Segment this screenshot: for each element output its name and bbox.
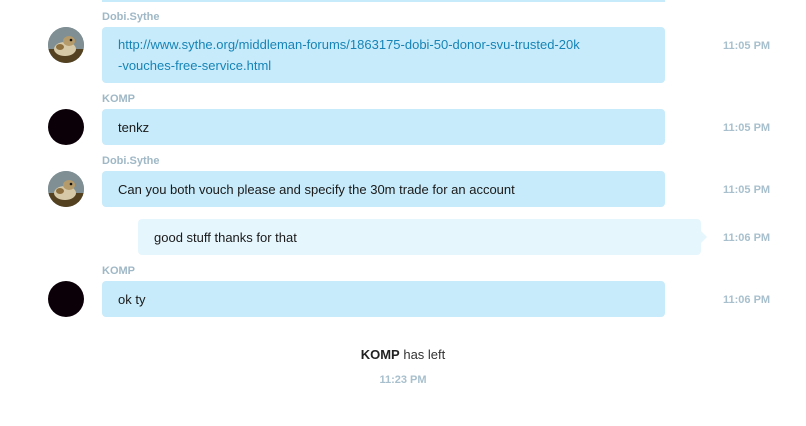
message-link[interactable]: http://www.sythe.org/middleman-forums/18… — [118, 34, 649, 76]
system-event-time: 11:23 PM — [379, 374, 427, 386]
ferret-avatar-icon — [48, 27, 84, 63]
message-time: 11:05 PM — [723, 122, 771, 134]
sender-name: Dobi.Sythe — [102, 155, 160, 167]
link-line-2: -vouches-free-service.html — [118, 58, 272, 73]
previous-message-edge — [102, 0, 665, 2]
message-time: 11:06 PM — [723, 294, 771, 306]
sender-name: KOMP — [102, 265, 135, 277]
system-event-user: KOMP — [360, 347, 400, 362]
message-text: good stuff thanks for that — [154, 229, 297, 245]
system-event-action: has left — [403, 347, 446, 362]
message-text: ok ty — [118, 291, 146, 307]
message-bubble: Can you both vouch please and specify th… — [102, 171, 665, 207]
message-bubble: tenkz — [102, 109, 665, 145]
sender-name: KOMP — [102, 93, 135, 105]
avatar-dobi-sythe[interactable] — [48, 27, 84, 63]
message-bubble: ok ty — [102, 281, 665, 317]
avatar-dobi-sythe[interactable] — [48, 171, 84, 207]
message-time: 11:06 PM — [723, 232, 771, 244]
message-text: tenkz — [118, 119, 150, 135]
ferret-avatar-icon — [48, 171, 84, 207]
avatar-komp[interactable] — [48, 109, 84, 145]
system-event: KOMP has left — [0, 347, 806, 362]
message-time: 11:05 PM — [723, 40, 771, 52]
message-text: Can you both vouch please and specify th… — [118, 181, 515, 197]
own-message-bubble: good stuff thanks for that — [138, 219, 707, 255]
message-time: 11:05 PM — [723, 184, 771, 196]
sender-name: Dobi.Sythe — [102, 11, 160, 23]
message-bubble: http://www.sythe.org/middleman-forums/18… — [102, 27, 665, 83]
link-line-1: http://www.sythe.org/middleman-forums/18… — [118, 37, 580, 52]
avatar-komp[interactable] — [48, 281, 84, 317]
